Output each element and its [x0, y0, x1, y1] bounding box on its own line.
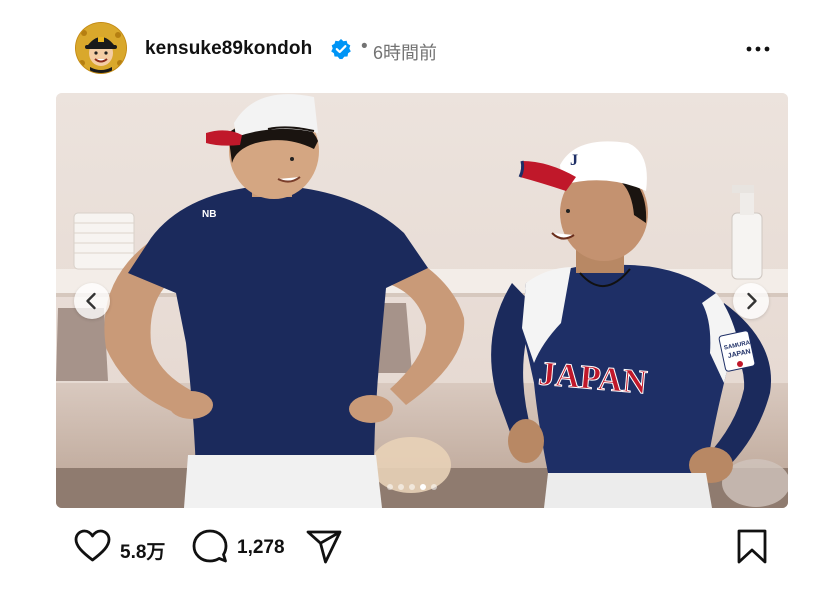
- carousel-next-button[interactable]: [733, 283, 769, 319]
- avatar[interactable]: [76, 23, 126, 73]
- carousel-dot: [409, 484, 415, 490]
- username[interactable]: kensuke89kondoh: [145, 38, 312, 60]
- time-separator: •: [361, 36, 368, 57]
- carousel-dot: [431, 484, 437, 490]
- heart-icon[interactable]: [74, 529, 111, 563]
- comment-count[interactable]: 1,278: [237, 537, 285, 559]
- carousel-dot: [398, 484, 404, 490]
- post-photo: NB JAPAN SAMURAI JAPAN J: [56, 93, 788, 508]
- carousel-dot-active: [420, 484, 426, 490]
- chevron-left-icon: [86, 292, 96, 310]
- avatar-illustration: [76, 23, 126, 73]
- chevron-right-icon: [747, 292, 757, 310]
- paper-plane-icon[interactable]: [306, 529, 342, 565]
- post-media-carousel[interactable]: NB JAPAN SAMURAI JAPAN J: [56, 93, 788, 508]
- more-options-icon[interactable]: [745, 39, 771, 59]
- cap-letter: J: [570, 152, 578, 169]
- svg-text:NB: NB: [202, 209, 216, 220]
- post-time[interactable]: 6時間前: [373, 39, 437, 65]
- carousel-dot: [387, 484, 393, 490]
- carousel-prev-button[interactable]: [74, 283, 110, 319]
- verified-badge-icon: [331, 39, 351, 60]
- comment-bubble-icon[interactable]: [192, 529, 228, 565]
- post-header: kensuke89kondoh • 6時間前: [76, 23, 771, 75]
- carousel-indicator: [387, 477, 442, 490]
- post-action-bar: 5.8万 1,278: [74, 525, 774, 569]
- like-count[interactable]: 5.8万: [120, 537, 165, 564]
- bookmark-icon[interactable]: [736, 529, 768, 565]
